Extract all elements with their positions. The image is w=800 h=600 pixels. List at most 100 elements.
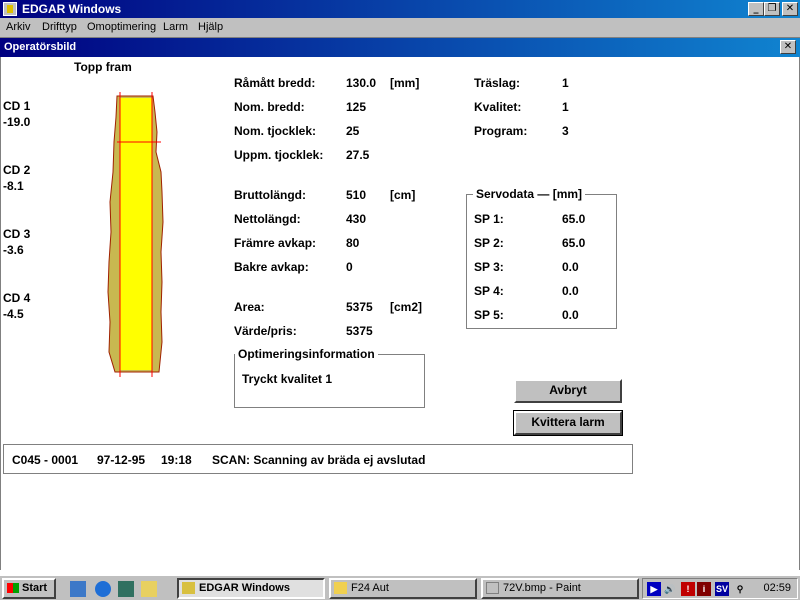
row-varde-value: 5375 xyxy=(346,324,373,338)
row-nombredd-value: 125 xyxy=(346,100,367,114)
cd4-label: CD 4 xyxy=(3,291,31,305)
cd2-value: -8.1 xyxy=(3,179,24,193)
status-message: SCAN: Scanning av bräda ej avslutad xyxy=(212,453,426,467)
maximize-button[interactable]: ❐ xyxy=(764,2,780,16)
row-uppmtjocklek-label: Uppm. tjocklek: xyxy=(234,148,324,162)
volume-icon[interactable]: 🔊 xyxy=(663,582,677,596)
child-titlebar[interactable]: Operatörsbild ✕ xyxy=(0,38,800,57)
opt-text: Tryckt kvalitet 1 xyxy=(242,372,333,386)
row-ramatt-unit: [mm] xyxy=(390,76,420,90)
row-kvalitet-value: 1 xyxy=(562,100,569,114)
window-title: EDGAR Windows xyxy=(22,2,122,16)
task-paint[interactable]: 72V.bmp - Paint xyxy=(481,578,639,599)
row-uppmtjocklek-value: 27.5 xyxy=(346,148,370,162)
cd1-value: -19.0 xyxy=(3,115,31,129)
menu-hjalp[interactable]: Hjälp xyxy=(198,21,223,33)
sp2-value: 65.0 xyxy=(562,236,586,250)
sp2-label: SP 2: xyxy=(474,236,504,250)
cancel-button[interactable]: Avbryt xyxy=(514,379,622,403)
task-f24[interactable]: F24 Aut xyxy=(329,578,477,599)
close-button[interactable]: ✕ xyxy=(782,2,798,16)
menu-larm[interactable]: Larm xyxy=(163,21,188,33)
windows-logo-icon xyxy=(7,583,19,593)
opt-legend: Optimeringsinformation xyxy=(235,347,378,361)
row-program-label: Program: xyxy=(474,124,528,138)
sp4-value: 0.0 xyxy=(562,284,579,298)
row-program-value: 3 xyxy=(562,124,569,138)
paint-icon xyxy=(486,582,499,594)
row-bakre-value: 0 xyxy=(346,260,353,274)
show-desktop-icon[interactable] xyxy=(70,581,86,597)
sp1-label: SP 1: xyxy=(474,212,504,226)
minimize-button[interactable]: _ xyxy=(748,2,764,16)
cd4-value: -4.5 xyxy=(3,307,24,321)
internet-explorer-icon[interactable] xyxy=(95,581,111,597)
sp3-label: SP 3: xyxy=(474,260,504,274)
status-time: 19:18 xyxy=(161,453,192,467)
operator-view: Topp fram CD 1 -19.0 CD 2 -8.1 CD 3 -3.6… xyxy=(0,57,800,570)
task-edgar[interactable]: EDGAR Windows xyxy=(177,578,325,599)
start-label: Start xyxy=(22,582,48,594)
menu-arkiv[interactable]: Arkiv xyxy=(6,21,30,33)
window-titlebar[interactable]: EDGAR Windows _ ❐ ✕ xyxy=(0,0,800,18)
board-outline-graphic xyxy=(107,92,164,377)
servodata-legend: Servodata — [mm] xyxy=(473,187,586,201)
row-netto-label: Nettolängd: xyxy=(234,212,301,226)
edgar-task-icon xyxy=(182,582,195,594)
row-brutto-value: 510 xyxy=(346,188,367,202)
sp3-value: 0.0 xyxy=(562,260,579,274)
board-wood xyxy=(120,98,152,370)
menu-omoptimering[interactable]: Omoptimering xyxy=(87,21,156,33)
task-f24-label: F24 Aut xyxy=(351,582,389,594)
taskbar: Start EDGAR Windows F24 Aut 72V.bmp - Pa… xyxy=(0,574,800,600)
row-framre-value: 80 xyxy=(346,236,360,250)
row-netto-value: 430 xyxy=(346,212,367,226)
row-nombredd-label: Nom. bredd: xyxy=(234,100,305,114)
status-panel: C045 - 0001 97-12-95 19:18 SCAN: Scannin… xyxy=(3,444,633,474)
row-area-label: Area: xyxy=(234,300,265,314)
language-icon[interactable]: SV xyxy=(715,582,729,596)
task-paint-label: 72V.bmp - Paint xyxy=(503,582,581,594)
start-button[interactable]: Start xyxy=(2,578,56,599)
row-varde-label: Värde/pris: xyxy=(234,324,297,338)
row-area-value: 5375 xyxy=(346,300,373,314)
cd3-label: CD 3 xyxy=(3,227,31,241)
file-manager-icon[interactable] xyxy=(141,581,157,597)
folder-icon xyxy=(334,582,347,594)
status-date: 97-12-95 xyxy=(97,453,146,467)
row-brutto-label: Bruttolängd: xyxy=(234,188,306,202)
terminal-icon[interactable] xyxy=(118,581,134,597)
cd2-label: CD 2 xyxy=(3,163,31,177)
sp1-value: 65.0 xyxy=(562,212,586,226)
connection-icon[interactable]: ⚲ xyxy=(733,582,747,596)
alert-icon[interactable]: i xyxy=(697,582,711,596)
acknowledge-alarm-button[interactable]: Kvittera larm xyxy=(513,410,623,436)
row-ramatt-label: Råmått bredd: xyxy=(234,76,316,90)
row-kvalitet-label: Kvalitet: xyxy=(474,100,522,114)
row-traslag-label: Träslag: xyxy=(474,76,521,90)
row-framre-label: Främre avkap: xyxy=(234,236,317,250)
app-icon[interactable] xyxy=(3,2,17,16)
menu-drifttyp[interactable]: Drifttyp xyxy=(42,21,77,33)
board-caption: Topp fram xyxy=(74,60,132,74)
cd3-value: -3.6 xyxy=(3,243,24,257)
row-area-unit: [cm2] xyxy=(390,300,423,314)
cd1-label: CD 1 xyxy=(3,99,31,113)
task-edgar-label: EDGAR Windows xyxy=(199,582,290,594)
sp5-label: SP 5: xyxy=(474,308,504,322)
sp4-label: SP 4: xyxy=(474,284,504,298)
menu-bar: Arkiv Drifttyp Omoptimering Larm Hjälp xyxy=(0,18,800,38)
row-brutto-unit: [cm] xyxy=(390,188,416,202)
child-close-button[interactable]: ✕ xyxy=(780,40,796,54)
child-title: Operatörsbild xyxy=(4,41,77,53)
row-ramatt-value: 130.0 xyxy=(346,76,377,90)
status-code: C045 - 0001 xyxy=(12,453,79,467)
sp5-value: 0.0 xyxy=(562,308,579,322)
scheduler-icon[interactable]: ! xyxy=(681,582,695,596)
clock[interactable]: 02:59 xyxy=(763,582,791,594)
system-tray: ▶ 🔊 ! i SV ⚲ 02:59 xyxy=(642,578,798,599)
row-nomtjocklek-value: 25 xyxy=(346,124,360,138)
row-nomtjocklek-label: Nom. tjocklek: xyxy=(234,124,317,138)
row-traslag-value: 1 xyxy=(562,76,569,90)
media-player-icon[interactable]: ▶ xyxy=(647,582,661,596)
